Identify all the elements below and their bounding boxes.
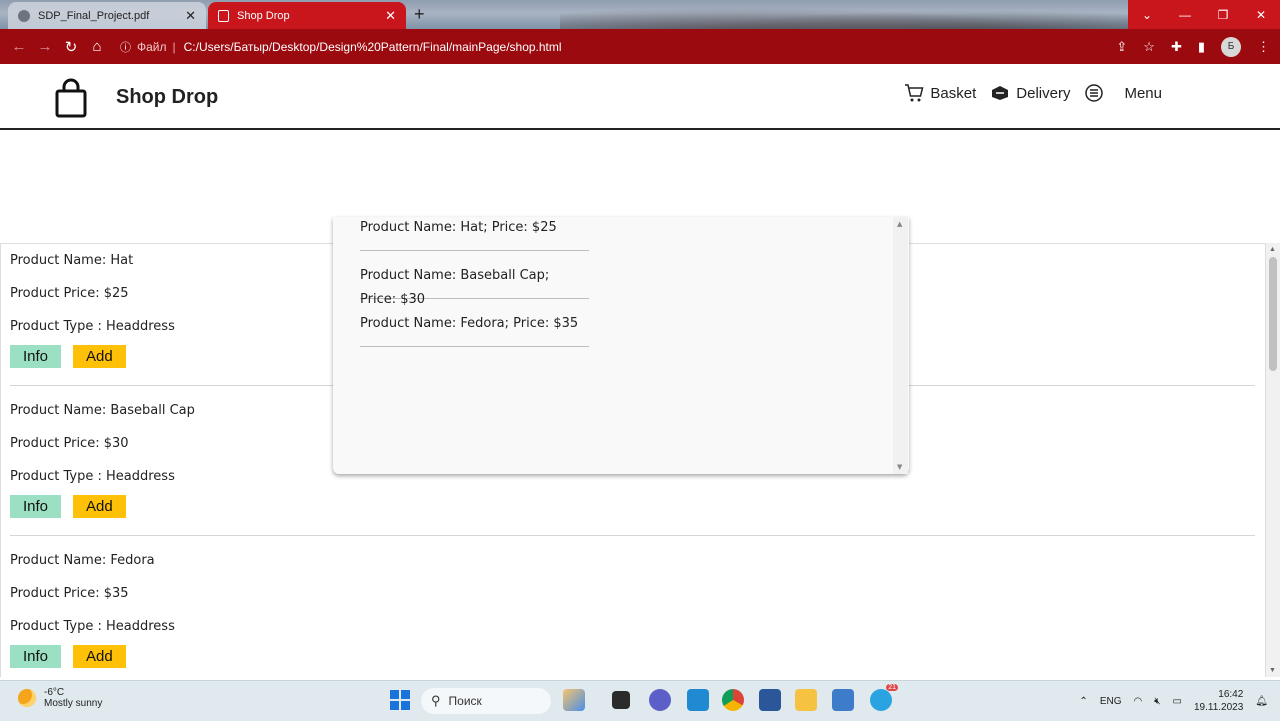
tab-search-icon[interactable]: ⌄ — [1128, 0, 1166, 29]
maximize-icon[interactable]: ❐ — [1204, 0, 1242, 29]
telegram-icon[interactable]: 21 — [870, 684, 898, 711]
page-scrollbar[interactable]: ▲ ▼ — [1266, 243, 1280, 677]
dropdown-scrollbar[interactable]: ▲ ▼ — [893, 217, 908, 474]
profile-avatar[interactable]: Б — [1221, 36, 1241, 57]
wifi-icon[interactable]: ◠ — [1133, 696, 1142, 707]
url-text[interactable]: C:/Users/Батыр/Desktop/Design%20Pattern/… — [184, 40, 562, 54]
word-icon[interactable] — [759, 689, 781, 711]
widgets-icon[interactable] — [563, 689, 585, 711]
info-button[interactable]: Info — [10, 495, 62, 518]
site-nav: Basket Delivery Menu — [904, 83, 1162, 103]
product-name: Product Name: Fedora — [10, 553, 155, 568]
nav-label: Delivery — [1016, 84, 1071, 102]
site-header: Shop Drop Basket Delivery Menu — [0, 64, 1280, 130]
site-brand[interactable]: Shop Drop — [116, 86, 218, 109]
scroll-down-icon[interactable]: ▼ — [897, 463, 902, 471]
vscode-icon[interactable] — [687, 689, 709, 711]
nav-menu[interactable]: Menu — [1084, 83, 1162, 103]
weather-widget[interactable]: -6°C Mostly sunny — [18, 687, 102, 709]
delivery-icon — [992, 86, 1009, 100]
web-page: Shop Drop Basket Delivery Menu Product N… — [0, 64, 1280, 677]
forward-icon[interactable]: → — [32, 38, 58, 55]
info-icon[interactable]: ⓘ — [120, 39, 131, 55]
chevron-up-icon[interactable]: ⌃ — [1079, 696, 1087, 707]
address-separator: | — [172, 39, 176, 54]
add-button[interactable]: Add — [73, 645, 126, 668]
nav-basket[interactable]: Basket — [904, 83, 976, 103]
product-price: Product Price: $35 — [10, 586, 129, 601]
system-tray: ⌃ ENG ◠ 🔇︎ ▭ 16:42 19.11.2023 🔔︎ — [1079, 681, 1268, 721]
remote-desktop-icon[interactable] — [832, 689, 854, 711]
add-button[interactable]: Add — [73, 495, 126, 518]
file-explorer-icon[interactable] — [795, 689, 817, 711]
address-bar[interactable]: ⓘ Файл | C:/Users/Батыр/Desktop/Design%2… — [120, 39, 562, 55]
clock-time: 16:42 — [1218, 689, 1244, 700]
windows-start-icon[interactable] — [389, 689, 411, 711]
share-icon[interactable]: ⇪ — [1116, 39, 1127, 55]
tab-title: SDP_Final_Project.pdf — [38, 9, 150, 22]
volume-muted-icon[interactable]: 🔇︎ — [1154, 696, 1160, 707]
close-icon[interactable]: ✕ — [185, 8, 196, 24]
basket-item: Product Name: Hat; Price: $25 — [360, 217, 589, 251]
info-button[interactable]: Info — [10, 345, 62, 368]
close-window-icon[interactable]: ✕ — [1242, 0, 1280, 29]
notification-badge: 21 — [886, 684, 898, 691]
language-indicator[interactable]: ENG — [1100, 696, 1122, 707]
weather-temp: -6°C — [44, 687, 65, 698]
battery-icon[interactable]: ▭ — [1173, 696, 1182, 707]
chat-icon[interactable] — [649, 689, 671, 711]
scroll-up-icon[interactable]: ▲ — [897, 220, 902, 228]
browser-toolbar: ← → ↻ ⌂ ⓘ Файл | C:/Users/Батыр/Desktop/… — [0, 29, 1280, 64]
basket-item: Product Name: Fedora; Price: $35 — [360, 312, 589, 347]
chrome-icon[interactable] — [722, 689, 744, 711]
add-button[interactable]: Add — [73, 345, 126, 368]
search-icon: ⚲ — [431, 693, 441, 708]
taskbar-search[interactable]: ⚲ Поиск — [421, 688, 551, 714]
extensions-icon[interactable]: ✚ — [1171, 39, 1182, 55]
home-icon[interactable]: ⌂ — [84, 38, 110, 55]
back-icon[interactable]: ← — [6, 38, 32, 55]
close-icon[interactable]: ✕ — [385, 8, 396, 24]
task-view-icon[interactable] — [612, 691, 630, 709]
shopping-bag-icon — [218, 9, 229, 22]
scroll-up-icon[interactable]: ▲ — [1269, 246, 1276, 253]
nav-delivery[interactable]: Delivery — [990, 85, 1070, 102]
tab-shop-drop[interactable]: Shop Drop ✕ — [208, 2, 406, 29]
nav-label: Menu — [1124, 84, 1162, 102]
side-panel-icon[interactable]: ▮ — [1198, 39, 1205, 55]
clock[interactable]: 16:42 19.11.2023 — [1194, 688, 1243, 714]
info-button[interactable]: Info — [10, 645, 62, 668]
reload-icon[interactable]: ↻ — [58, 38, 84, 56]
scroll-down-icon[interactable]: ▼ — [1269, 667, 1276, 674]
product-divider — [10, 535, 1255, 536]
tab-title: Shop Drop — [237, 9, 290, 22]
shopping-bag-icon[interactable] — [52, 78, 90, 118]
kebab-menu-icon[interactable]: ⋮ — [1257, 39, 1270, 55]
search-placeholder: Поиск — [448, 694, 482, 708]
basket-item: Product Name: Baseball Cap; Price: $30 — [360, 264, 589, 307]
minimize-icon[interactable]: — — [1166, 0, 1204, 29]
product-card: Product Name: Fedora Product Price: $35 … — [10, 544, 1255, 668]
cart-icon — [905, 84, 924, 102]
globe-icon — [18, 9, 30, 22]
basket-dropdown: Product Name: Hat; Price: $25 Product Na… — [333, 217, 909, 474]
scrollbar-thumb[interactable] — [1269, 257, 1277, 371]
windows-taskbar: -6°C Mostly sunny ⚲ Поиск 21 ⌃ ENG ◠ 🔇︎ … — [0, 680, 1280, 721]
clock-date: 19.11.2023 — [1193, 702, 1244, 713]
new-tab-icon[interactable]: + — [414, 4, 425, 25]
browser-tab-bar: SDP_Final_Project.pdf ✕ Shop Drop ✕ + ⌄ … — [0, 0, 1280, 29]
bookmark-star-icon[interactable]: ☆ — [1143, 39, 1155, 55]
sun-icon — [18, 689, 36, 707]
product-type: Product Type : Headdress — [10, 619, 175, 634]
menu-icon — [1085, 84, 1104, 102]
scheme-label: Файл — [137, 39, 167, 54]
tab-pdf[interactable]: SDP_Final_Project.pdf ✕ — [8, 2, 206, 29]
window-controls: ⌄ — ❐ ✕ — [1128, 0, 1280, 29]
weather-desc: Mostly sunny — [44, 698, 103, 709]
notification-bell-icon[interactable]: 🔔︎ — [1255, 696, 1268, 707]
nav-label: Basket — [930, 84, 977, 102]
